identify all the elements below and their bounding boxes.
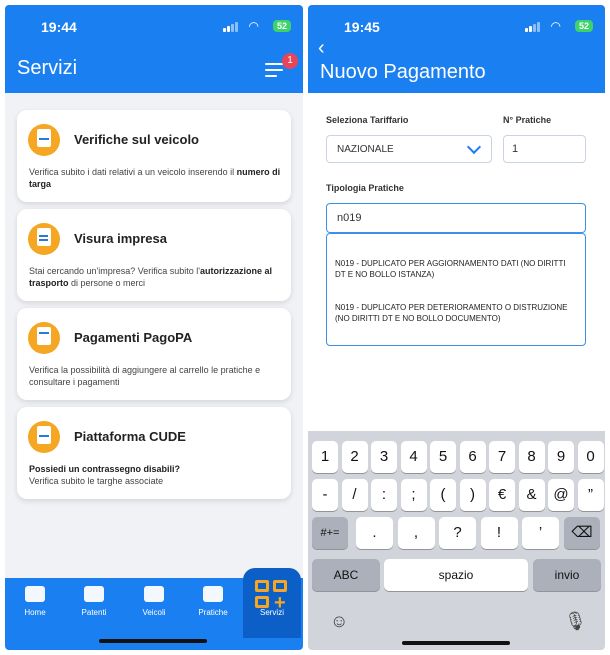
card-description: Verifica la possibilità di aggiungere al…: [29, 365, 261, 387]
key[interactable]: ,: [397, 517, 435, 549]
card-piattaforma-cude[interactable]: Piattaforma CUDE Possiedi un contrassegn…: [17, 407, 291, 499]
key[interactable]: 0: [577, 441, 604, 473]
wifi-icon: ◠: [550, 19, 561, 33]
status-bar: 19:44 ◠ 52: [5, 5, 303, 45]
tray-icon: [203, 586, 223, 602]
page-title: Servizi: [17, 57, 78, 79]
card-title: Visura impresa: [74, 231, 167, 246]
key[interactable]: 2: [341, 441, 368, 473]
servizi-screen: 19:44 ◠ 52 Servizi 1 Verifiche sul veico…: [5, 5, 303, 650]
notification-badge: 1: [282, 53, 298, 69]
key[interactable]: ’: [522, 517, 559, 549]
key[interactable]: ): [459, 479, 486, 511]
vehicle-check-icon: [28, 124, 60, 156]
wifi-icon: ◠: [248, 19, 259, 33]
card-title: Verifiche sul veicolo: [74, 132, 199, 147]
signal-icon: [525, 22, 541, 32]
tipologia-label: Tipologia Pratiche: [326, 183, 404, 193]
document-icon: [28, 223, 60, 255]
microphone-icon[interactable]: 🎙: [564, 611, 587, 632]
key-abc[interactable]: ABC: [312, 559, 380, 591]
card-description: Verifica subito i dati relativi a un vei…: [29, 167, 281, 189]
key[interactable]: 8: [518, 441, 545, 473]
key[interactable]: 1: [312, 441, 338, 473]
key[interactable]: 3: [371, 441, 397, 473]
pratiche-label: N° Pratiche: [503, 115, 552, 125]
home-indicator: [402, 641, 510, 645]
key[interactable]: 4: [400, 441, 427, 473]
app-header: 19:44 ◠ 52 Servizi 1: [5, 5, 303, 93]
home-indicator: [99, 639, 207, 643]
key[interactable]: 6: [459, 441, 486, 473]
card-title: Piattaforma CUDE: [74, 429, 186, 444]
accessibility-icon: [28, 421, 60, 453]
suggestions-list: N019 - DUPLICATO PER AGGIORNAMENTO DATI …: [326, 233, 586, 346]
signal-icon: [223, 22, 239, 32]
back-icon[interactable]: ‹: [318, 37, 325, 60]
key[interactable]: -: [312, 479, 338, 511]
key[interactable]: (: [430, 479, 456, 511]
building-icon: [25, 586, 45, 602]
key[interactable]: &: [518, 479, 545, 511]
menu-icon[interactable]: [265, 63, 283, 77]
tab-home[interactable]: Home: [7, 578, 63, 638]
key[interactable]: ?: [439, 517, 476, 549]
page-title: Nuovo Pagamento: [320, 61, 486, 83]
app-header: 19:45 ◠ 52 ‹ Nuovo Pagamento: [308, 5, 605, 93]
tab-pratiche[interactable]: Pratiche: [185, 578, 241, 638]
card-description: Stai cercando un'impresa? Verifica subit…: [29, 266, 273, 288]
key-symbols[interactable]: #+=: [312, 517, 348, 549]
suggestion-item[interactable]: N019 - DUPLICATO PER AGGIORNAMENTO DATI …: [335, 258, 577, 280]
tab-servizi[interactable]: + Servizi: [243, 568, 301, 638]
tariffario-select[interactable]: NAZIONALE: [326, 135, 492, 163]
car-icon: [144, 586, 164, 602]
chevron-down-icon: [466, 139, 482, 155]
payment-icon: [28, 322, 60, 354]
keyboard: 1234567890 - /:;() € & @” #+= .,?!’ ⌫ ABC sp…: [308, 431, 605, 650]
status-bar: 19:45 ◠ 52: [308, 5, 605, 45]
card-pagamenti-pagopa[interactable]: Pagamenti PagoPA Verifica la possibilità…: [17, 308, 291, 400]
card-visura-impresa[interactable]: Visura impresa Stai cercando un'impresa?…: [17, 209, 291, 301]
key[interactable]: 5: [430, 441, 456, 473]
pratiche-count-input[interactable]: 1: [503, 135, 586, 163]
battery-icon: 52: [574, 20, 593, 32]
emoji-icon[interactable]: ☺: [330, 611, 348, 632]
key[interactable]: ”: [577, 479, 604, 511]
key[interactable]: 7: [489, 441, 515, 473]
key[interactable]: ;: [400, 479, 427, 511]
key-space[interactable]: spazio: [384, 559, 528, 591]
battery-icon: 52: [272, 20, 291, 32]
key[interactable]: @: [548, 479, 574, 511]
card-description: Possiedi un contrassegno disabili? Verifi…: [29, 464, 181, 486]
key[interactable]: !: [480, 517, 518, 549]
status-time: 19:45: [344, 19, 380, 35]
id-card-icon: [84, 586, 104, 602]
suggestion-item[interactable]: N019 - DUPLICATO PER DETERIORAMENTO O DI…: [335, 302, 577, 324]
tipologia-input[interactable]: n019: [326, 203, 586, 233]
card-title: Pagamenti PagoPA: [74, 330, 193, 345]
key-enter[interactable]: invio: [533, 559, 601, 591]
card-verifiche-veicolo[interactable]: Verifiche sul veicolo Verifica subito i …: [17, 110, 291, 202]
key[interactable]: :: [371, 479, 397, 511]
tariffario-label: Seleziona Tariffario: [326, 115, 409, 125]
key[interactable]: /: [341, 479, 368, 511]
key[interactable]: €: [489, 479, 515, 511]
nuovo-pagamento-screen: 19:45 ◠ 52 ‹ Nuovo Pagamento Seleziona T…: [308, 5, 605, 650]
tab-veicoli[interactable]: Veicoli: [126, 578, 182, 638]
key[interactable]: .: [356, 517, 393, 549]
tab-patenti[interactable]: Patenti: [66, 578, 122, 638]
backspace-icon[interactable]: ⌫: [564, 517, 600, 549]
status-time: 19:44: [41, 19, 77, 35]
key[interactable]: 9: [548, 441, 574, 473]
